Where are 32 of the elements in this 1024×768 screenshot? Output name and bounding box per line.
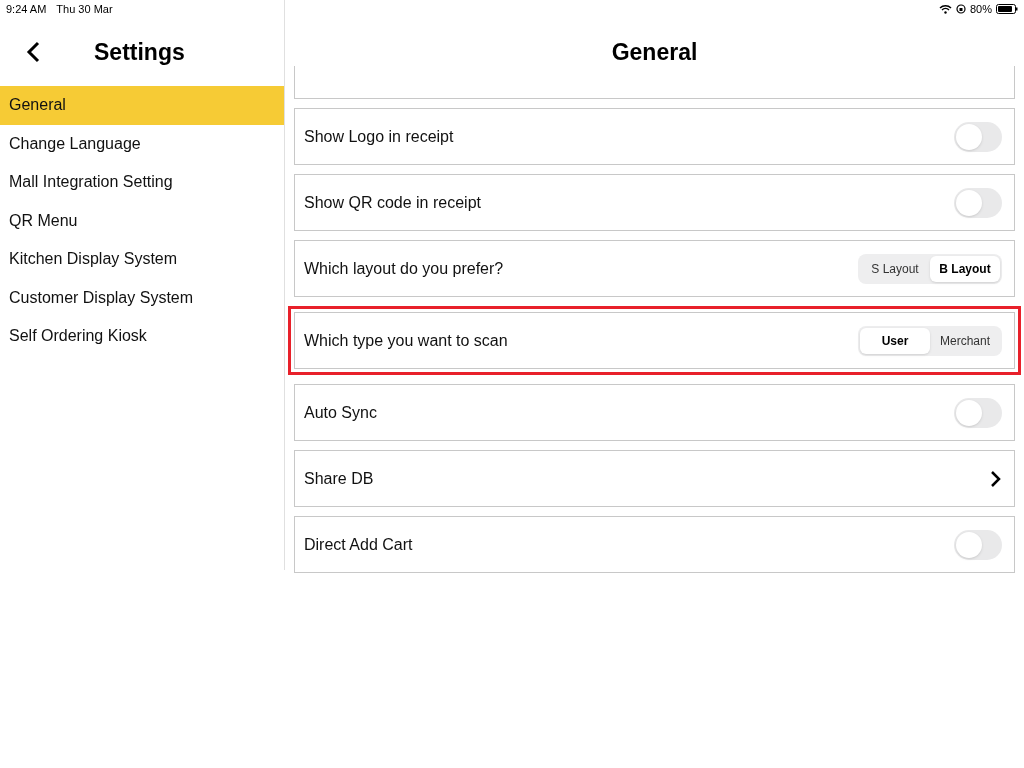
- row-label: Auto Sync: [304, 402, 377, 423]
- back-chevron-icon[interactable]: [26, 41, 40, 63]
- chevron-right-icon[interactable]: [990, 469, 1002, 488]
- sidebar-item[interactable]: General: [0, 86, 284, 125]
- toggle-switch[interactable]: [954, 397, 1002, 428]
- segment-option[interactable]: Merchant: [930, 327, 1000, 354]
- sidebar-item[interactable]: Kitchen Display System: [0, 240, 284, 279]
- row-label: Show Logo in receipt: [304, 126, 454, 147]
- toggle-switch[interactable]: [954, 121, 1002, 152]
- battery-icon: [996, 4, 1018, 14]
- row-label: Show QR code in receipt: [304, 192, 481, 213]
- segment-option[interactable]: S Layout: [860, 255, 930, 282]
- battery-percent: 80%: [969, 1, 992, 17]
- toggle-switch[interactable]: [954, 187, 1002, 218]
- sidebar-title: Settings: [94, 37, 185, 67]
- sidebar-item[interactable]: Mall Integration Setting: [0, 163, 284, 202]
- sidebar-item[interactable]: QR Menu: [0, 201, 284, 240]
- sidebar-item[interactable]: Change Language: [0, 124, 284, 163]
- segment-option[interactable]: User: [860, 327, 930, 354]
- sidebar-item[interactable]: Customer Display System: [0, 278, 284, 317]
- wifi-icon: [938, 4, 952, 14]
- status-date: Thu 30 Mar: [56, 1, 113, 17]
- row-label: Direct Add Cart: [304, 534, 413, 555]
- row-label: Which layout do you prefer?: [304, 258, 504, 279]
- row-label: Which type you want to scan: [304, 330, 508, 351]
- page-title: General: [611, 37, 698, 67]
- sidebar-item[interactable]: Self Ordering Kiosk: [0, 317, 284, 356]
- segment-option[interactable]: B Layout: [930, 255, 1000, 282]
- lock-rotation-icon: [955, 4, 966, 14]
- status-time: 9:24 AM: [6, 1, 47, 17]
- toggle-switch[interactable]: [954, 529, 1002, 560]
- row-label: Share DB: [304, 468, 374, 489]
